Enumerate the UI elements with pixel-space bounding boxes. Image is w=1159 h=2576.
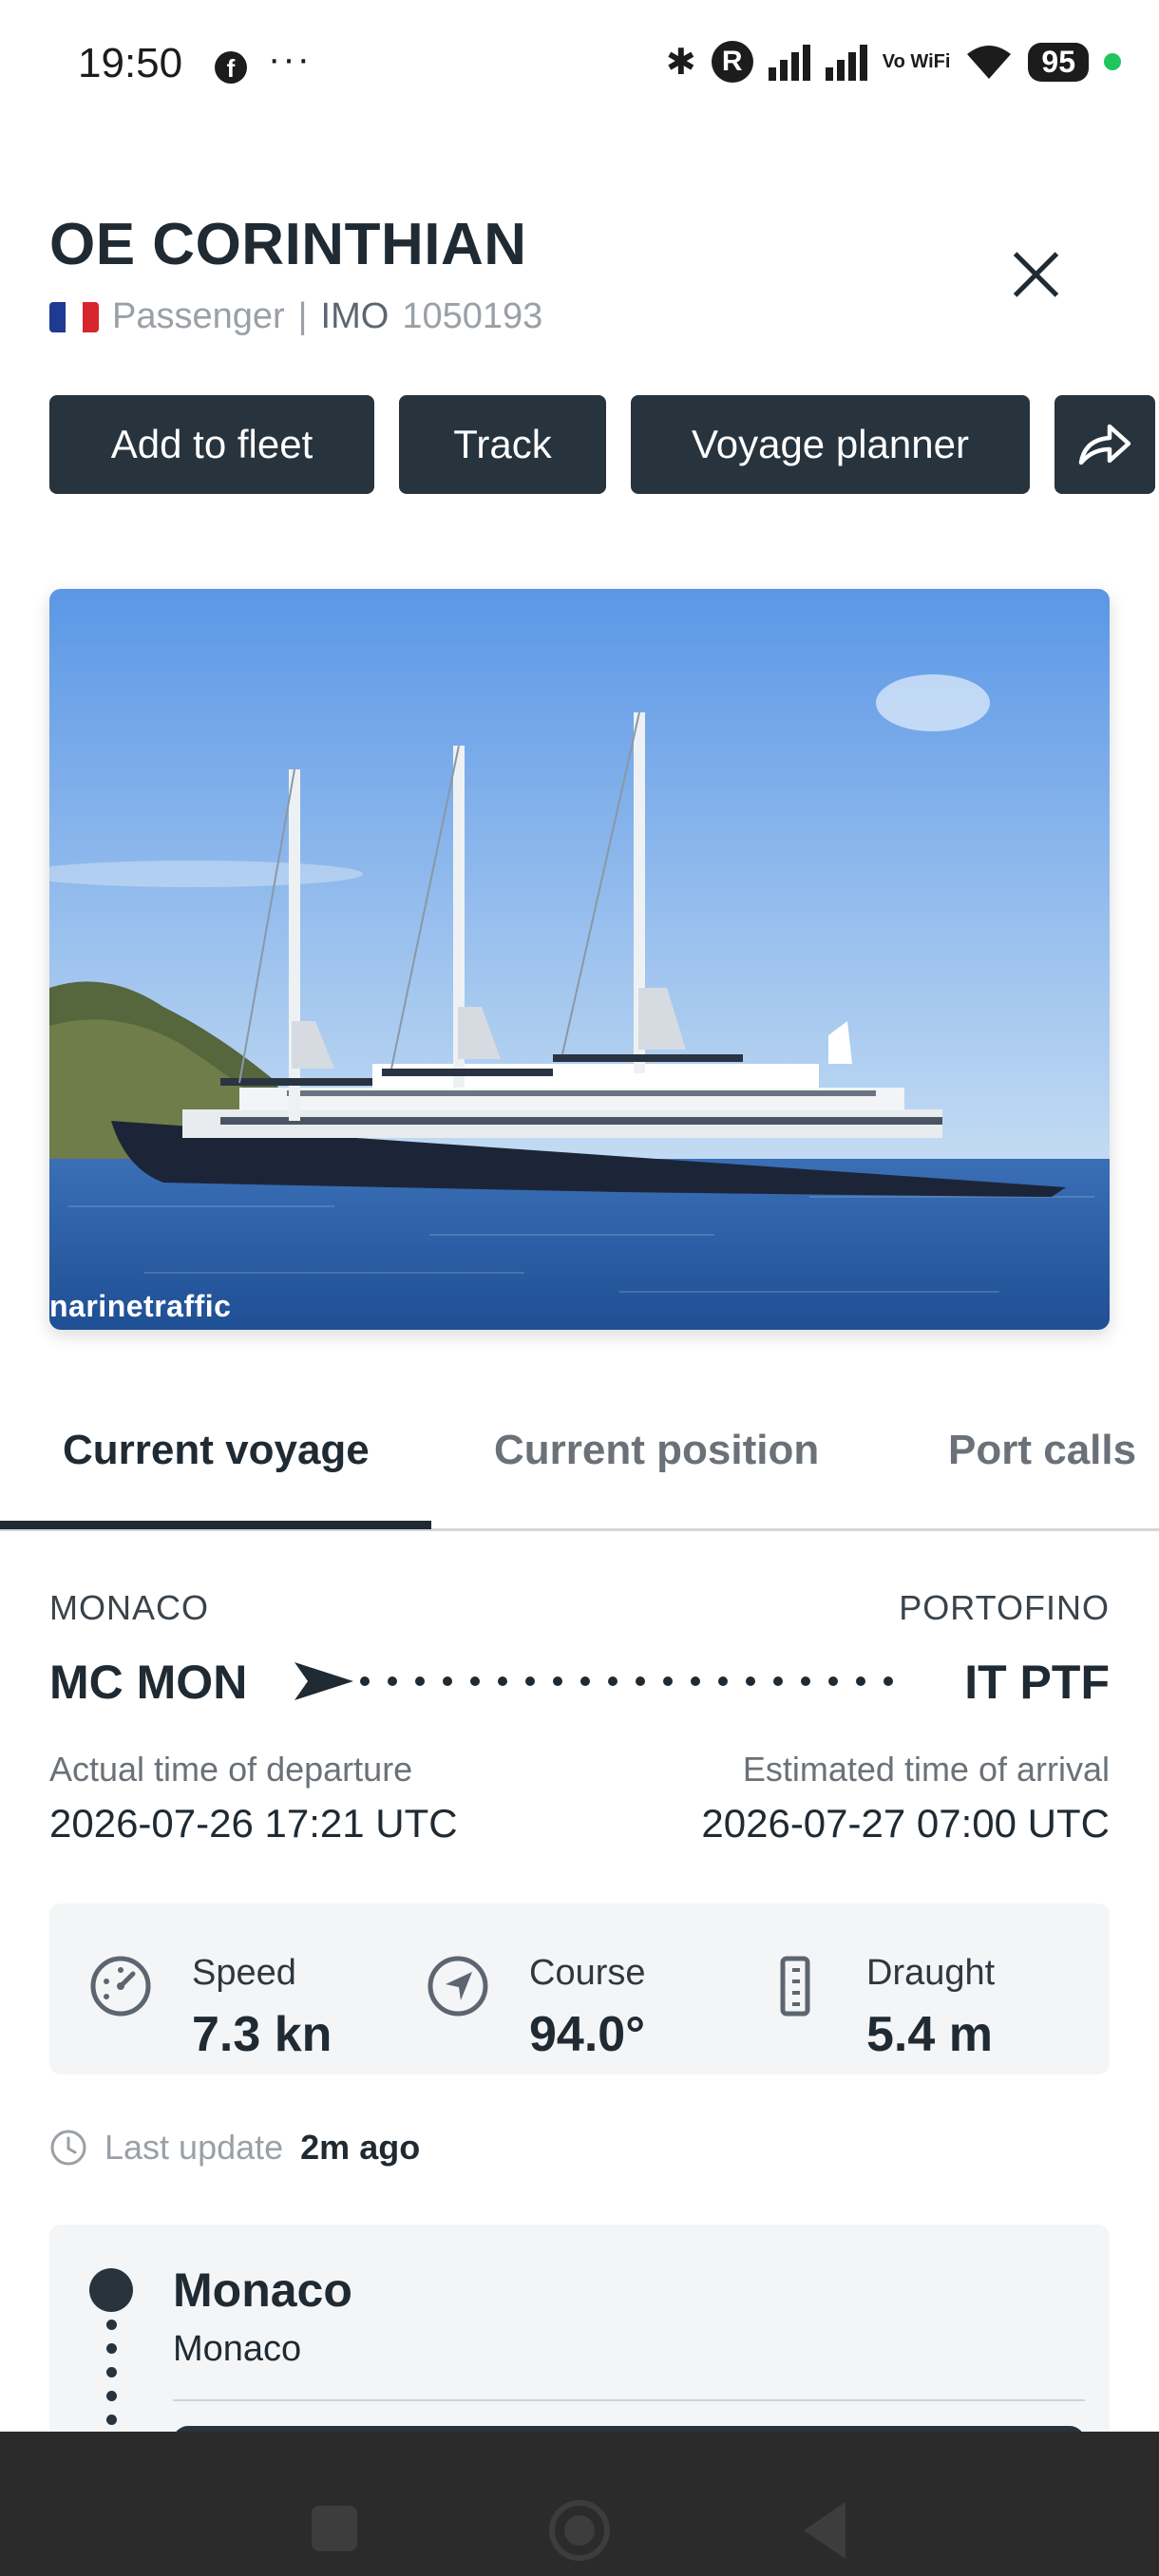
battery-icon: 95 xyxy=(1028,42,1089,82)
departure-port-code[interactable]: MC MON xyxy=(49,1655,247,1710)
route-progress xyxy=(294,1655,902,1708)
track-button[interactable]: Track xyxy=(399,395,606,494)
status-icons: ✱ R Vo WiFi 95 xyxy=(666,38,1121,85)
add-to-fleet-button[interactable]: Add to fleet xyxy=(49,395,374,494)
signal-5g-icon xyxy=(768,43,810,81)
clock-icon xyxy=(50,2130,86,2166)
arrival-port-code[interactable]: IT PTF xyxy=(964,1655,1110,1710)
departure-time-label: Actual time of departure xyxy=(49,1750,413,1789)
share-button[interactable] xyxy=(1054,395,1155,494)
status-time: 19:50 xyxy=(78,40,183,86)
tab-port-calls[interactable]: Port calls xyxy=(948,1427,1136,1474)
vessel-photo[interactable]: narinetraffic xyxy=(49,589,1110,1330)
facebook-icon: f xyxy=(215,51,247,84)
last-update-value: 2m ago xyxy=(300,2128,421,2167)
tab-bar: Current voyage Current position Port cal… xyxy=(0,1396,1159,1531)
stat-course: Course 94.0° xyxy=(387,1904,738,2074)
action-buttons: Add to fleet Track Voyage planner xyxy=(49,395,1159,494)
imo-label: IMO xyxy=(320,296,390,336)
photo-watermark: narinetraffic xyxy=(49,1289,232,1323)
arrival-time-value: 2026-07-27 07:00 UTC xyxy=(701,1801,1110,1846)
course-label: Course xyxy=(529,1953,646,1993)
privacy-indicator-dot xyxy=(1104,53,1121,70)
divider xyxy=(173,2399,1085,2401)
port-name: Monaco xyxy=(173,2263,352,2317)
home-button[interactable] xyxy=(549,2500,610,2561)
close-button[interactable] xyxy=(1005,243,1066,304)
flag-france-icon xyxy=(49,301,99,332)
tab-current-position[interactable]: Current position xyxy=(494,1427,819,1474)
vowifi-icon: Vo WiFi xyxy=(882,51,951,72)
stat-speed: Speed 7.3 kn xyxy=(49,1904,401,2074)
stat-draught: Draught 5.4 m xyxy=(724,1904,1104,2074)
recent-apps-button[interactable] xyxy=(312,2506,357,2551)
speed-value: 7.3 kn xyxy=(192,2007,332,2062)
share-icon xyxy=(1078,424,1131,465)
ruler-icon xyxy=(762,1953,828,2019)
port-country: Monaco xyxy=(173,2329,302,2369)
speed-label: Speed xyxy=(192,1953,296,1993)
roaming-icon: R xyxy=(711,41,753,83)
tab-current-voyage[interactable]: Current voyage xyxy=(63,1427,370,1474)
draught-label: Draught xyxy=(866,1953,996,1993)
vessel-arrow-icon xyxy=(294,1662,353,1700)
arrival-time-label: Estimated time of arrival xyxy=(742,1750,1110,1789)
separator: | xyxy=(297,296,308,336)
back-button[interactable] xyxy=(804,2502,846,2559)
vessel-name: OE CORINTHIAN xyxy=(49,212,527,277)
bluetooth-icon: ✱ xyxy=(665,42,696,83)
course-value: 94.0° xyxy=(529,2007,646,2062)
more-notifications-icon: ··· xyxy=(268,38,312,80)
imo-number: 1050193 xyxy=(402,296,543,336)
last-update-label: Last update xyxy=(104,2128,284,2167)
vessel-stats-panel: Speed 7.3 kn Course 94.0° Draught 5.4 m xyxy=(49,1904,1110,2074)
draught-value: 5.4 m xyxy=(866,2007,993,2062)
status-bar: 19:50 f ··· ✱ R Vo WiFi 95 xyxy=(0,0,1159,104)
last-update: Last update 2m ago xyxy=(49,2128,420,2168)
signal-icon xyxy=(825,43,867,81)
departure-port-name: MONACO xyxy=(49,1588,209,1627)
active-tab-indicator xyxy=(0,1521,431,1529)
vessel-type: Passenger xyxy=(112,296,285,336)
timeline-dot-icon xyxy=(89,2268,133,2312)
vessel-subtitle: Passenger | IMO 1050193 xyxy=(49,296,542,337)
arrival-port-name: PORTOFINO xyxy=(899,1588,1110,1627)
system-navigation-bar xyxy=(0,2432,1159,2576)
wifi-icon xyxy=(965,43,1013,81)
navigation-icon xyxy=(425,1953,491,2019)
departure-time-value: 2026-07-26 17:21 UTC xyxy=(49,1801,458,1846)
voyage-planner-button[interactable]: Voyage planner xyxy=(631,395,1030,494)
speedometer-icon xyxy=(87,1953,154,2019)
